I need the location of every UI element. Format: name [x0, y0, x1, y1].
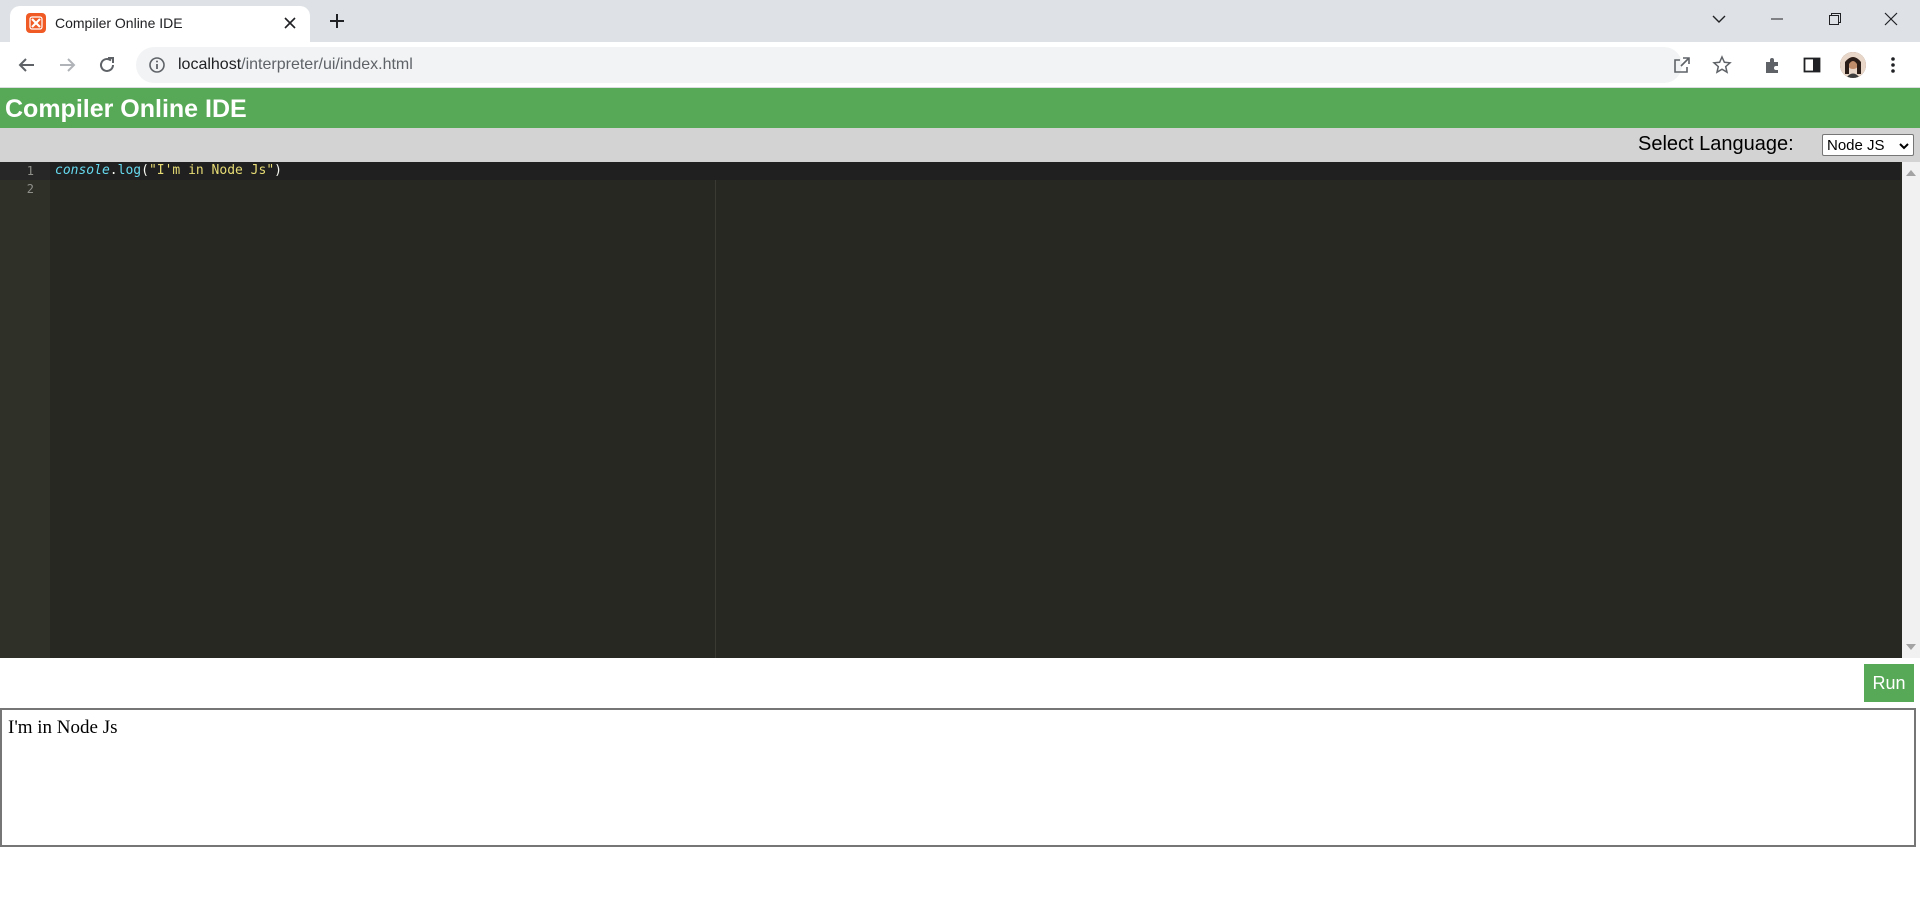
code-token-method: log: [117, 163, 142, 178]
tab-strip: Compiler Online IDE: [0, 0, 1920, 42]
back-arrow-icon[interactable]: [13, 51, 41, 79]
browser-toolbar: localhost/interpreter/ui/index.html: [0, 42, 1920, 88]
extensions-puzzle-icon[interactable]: [1761, 54, 1783, 76]
print-margin: [715, 180, 716, 658]
close-window-icon[interactable]: [1862, 0, 1920, 38]
active-line-highlight: [0, 162, 1900, 180]
bookmark-star-icon[interactable]: [1712, 55, 1732, 75]
info-icon[interactable]: [148, 56, 166, 74]
forward-arrow-icon[interactable]: [53, 51, 81, 79]
code-token-object: console: [55, 163, 110, 178]
page-title: Compiler Online IDE: [5, 95, 247, 123]
code-token-open-paren: (: [141, 163, 149, 178]
page-header: Compiler Online IDE: [0, 88, 1920, 128]
close-tab-icon[interactable]: [280, 13, 300, 33]
line-number: 2: [26, 182, 34, 196]
share-icon[interactable]: [1672, 55, 1692, 75]
kebab-menu-icon[interactable]: [1882, 54, 1904, 76]
restore-icon[interactable]: [1806, 0, 1864, 38]
code-editor[interactable]: 1 2 console.log("I'm in Node Js"): [0, 162, 1920, 658]
url-host: localhost: [178, 56, 242, 73]
browser-tab[interactable]: Compiler Online IDE: [10, 6, 310, 42]
address-bar[interactable]: localhost/interpreter/ui/index.html: [136, 47, 1732, 83]
chevron-down-icon: [1899, 139, 1909, 156]
language-selected-value: Node JS: [1827, 136, 1885, 154]
code-token-dot: .: [109, 163, 118, 178]
tab-search-chevron-down-icon[interactable]: [1690, 0, 1748, 38]
url-path: /interpreter/ui/index.html: [241, 56, 413, 73]
code-token-string: "I'm in Node Js": [148, 163, 275, 178]
scroll-down-arrow-icon[interactable]: [1906, 644, 1916, 650]
output-area[interactable]: I'm in Node Js: [0, 708, 1916, 847]
profile-avatar[interactable]: [1840, 52, 1866, 78]
side-panel-icon[interactable]: [1801, 54, 1823, 76]
language-label: Select Language:: [1638, 133, 1794, 155]
url-text[interactable]: localhost/interpreter/ui/index.html: [178, 56, 413, 74]
language-bar: Select Language: Node JS: [0, 128, 1920, 162]
editor-scrollbar[interactable]: [1902, 162, 1920, 658]
tab-title: Compiler Online IDE: [55, 15, 183, 31]
new-tab-plus-icon[interactable]: [325, 9, 349, 33]
output-text: I'm in Node Js: [8, 717, 118, 738]
scroll-up-arrow-icon[interactable]: [1906, 170, 1916, 176]
code-line[interactable]: console.log("I'm in Node Js"): [55, 162, 282, 180]
run-button[interactable]: Run: [1864, 664, 1914, 702]
editor-gutter: [0, 162, 50, 658]
language-select[interactable]: Node JS: [1822, 134, 1914, 156]
minimize-icon[interactable]: [1748, 0, 1806, 38]
code-token-close-paren: ): [274, 163, 282, 178]
xampp-favicon-icon: [26, 13, 46, 33]
line-number: 1: [26, 164, 34, 178]
reload-icon[interactable]: [93, 51, 121, 79]
